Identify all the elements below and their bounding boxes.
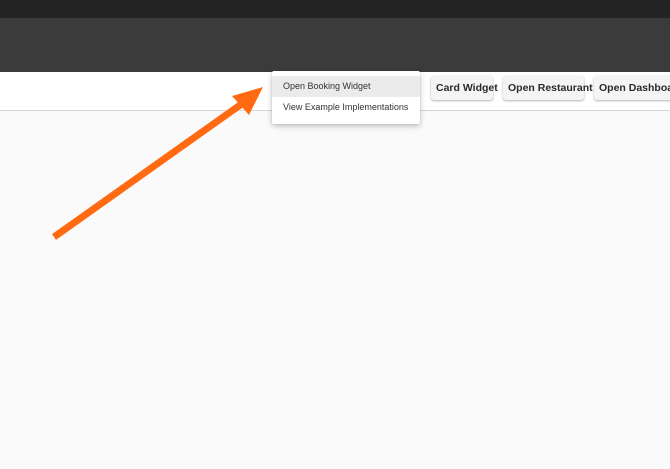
annotation-arrow-icon: [51, 87, 263, 240]
